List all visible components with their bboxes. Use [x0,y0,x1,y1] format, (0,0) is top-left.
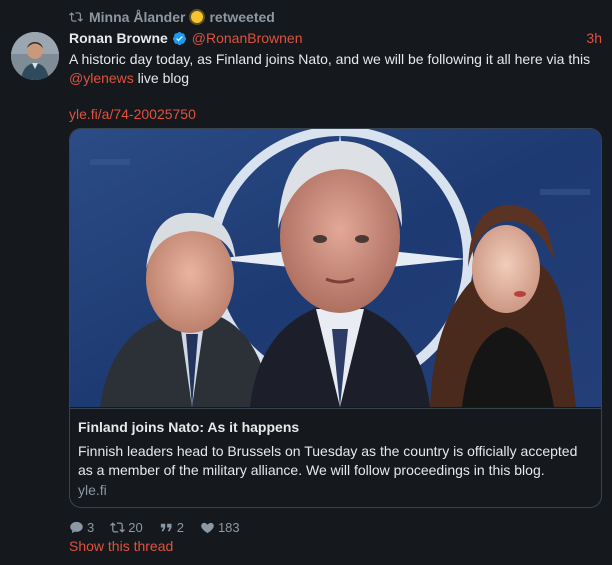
avatar[interactable] [11,32,59,80]
retweet-button[interactable]: 20 [110,519,143,535]
link-preview-card[interactable]: Finland joins Nato: As it happens Finnis… [69,128,602,508]
like-count: 183 [217,519,240,535]
tweet-timestamp[interactable]: 3h [586,30,602,46]
mention-link[interactable]: @ylenews [69,70,134,86]
card-body: Finland joins Nato: As it happens Finnis… [70,408,601,507]
reply-icon [70,521,83,533]
verified-badge-icon [172,31,186,45]
author-handle[interactable]: @RonanBrownen [192,30,303,46]
author-name[interactable]: Ronan Browne [69,30,168,46]
quote-icon [160,523,172,531]
reply-count: 3 [87,519,95,535]
card-title[interactable]: Finland joins Nato: As it happens [78,419,299,435]
tweet-text: A historic day today, as Finland joins N… [69,50,599,88]
sun-emoji-icon [191,11,204,23]
tweet-url-link[interactable]: yle.fi/a/74-20025750 [69,106,196,122]
card-description: Finnish leaders head to Brussels on Tues… [78,443,578,478]
tweet-text-part: A historic day today, as Finland joins N… [69,51,591,67]
card-image [70,129,601,407]
tweet-header: Ronan Browne @RonanBrownen 3h [69,28,602,48]
tweet-text-part: live blog [133,70,190,86]
retweeter-name[interactable]: Minna Ålander [89,9,185,25]
retweet-icon [110,521,126,533]
tweet[interactable]: Minna Ålander retweeted Ronan Browne @Ro… [0,0,612,565]
tweet-actions: 3 20 2 183 [69,518,256,536]
retweet-label: retweeted [209,9,275,25]
retweet-context: Minna Ålander retweeted [69,8,275,26]
quote-count: 2 [176,519,184,535]
show-thread-link[interactable]: Show this thread [69,538,173,554]
quote-button[interactable]: 2 [159,520,184,535]
card-domain: yle.fi [78,482,107,498]
retweet-count: 20 [128,519,143,535]
heart-icon [201,522,214,533]
retweet-icon [69,12,83,22]
like-button[interactable]: 183 [200,520,240,535]
reply-button[interactable]: 3 [69,520,94,535]
